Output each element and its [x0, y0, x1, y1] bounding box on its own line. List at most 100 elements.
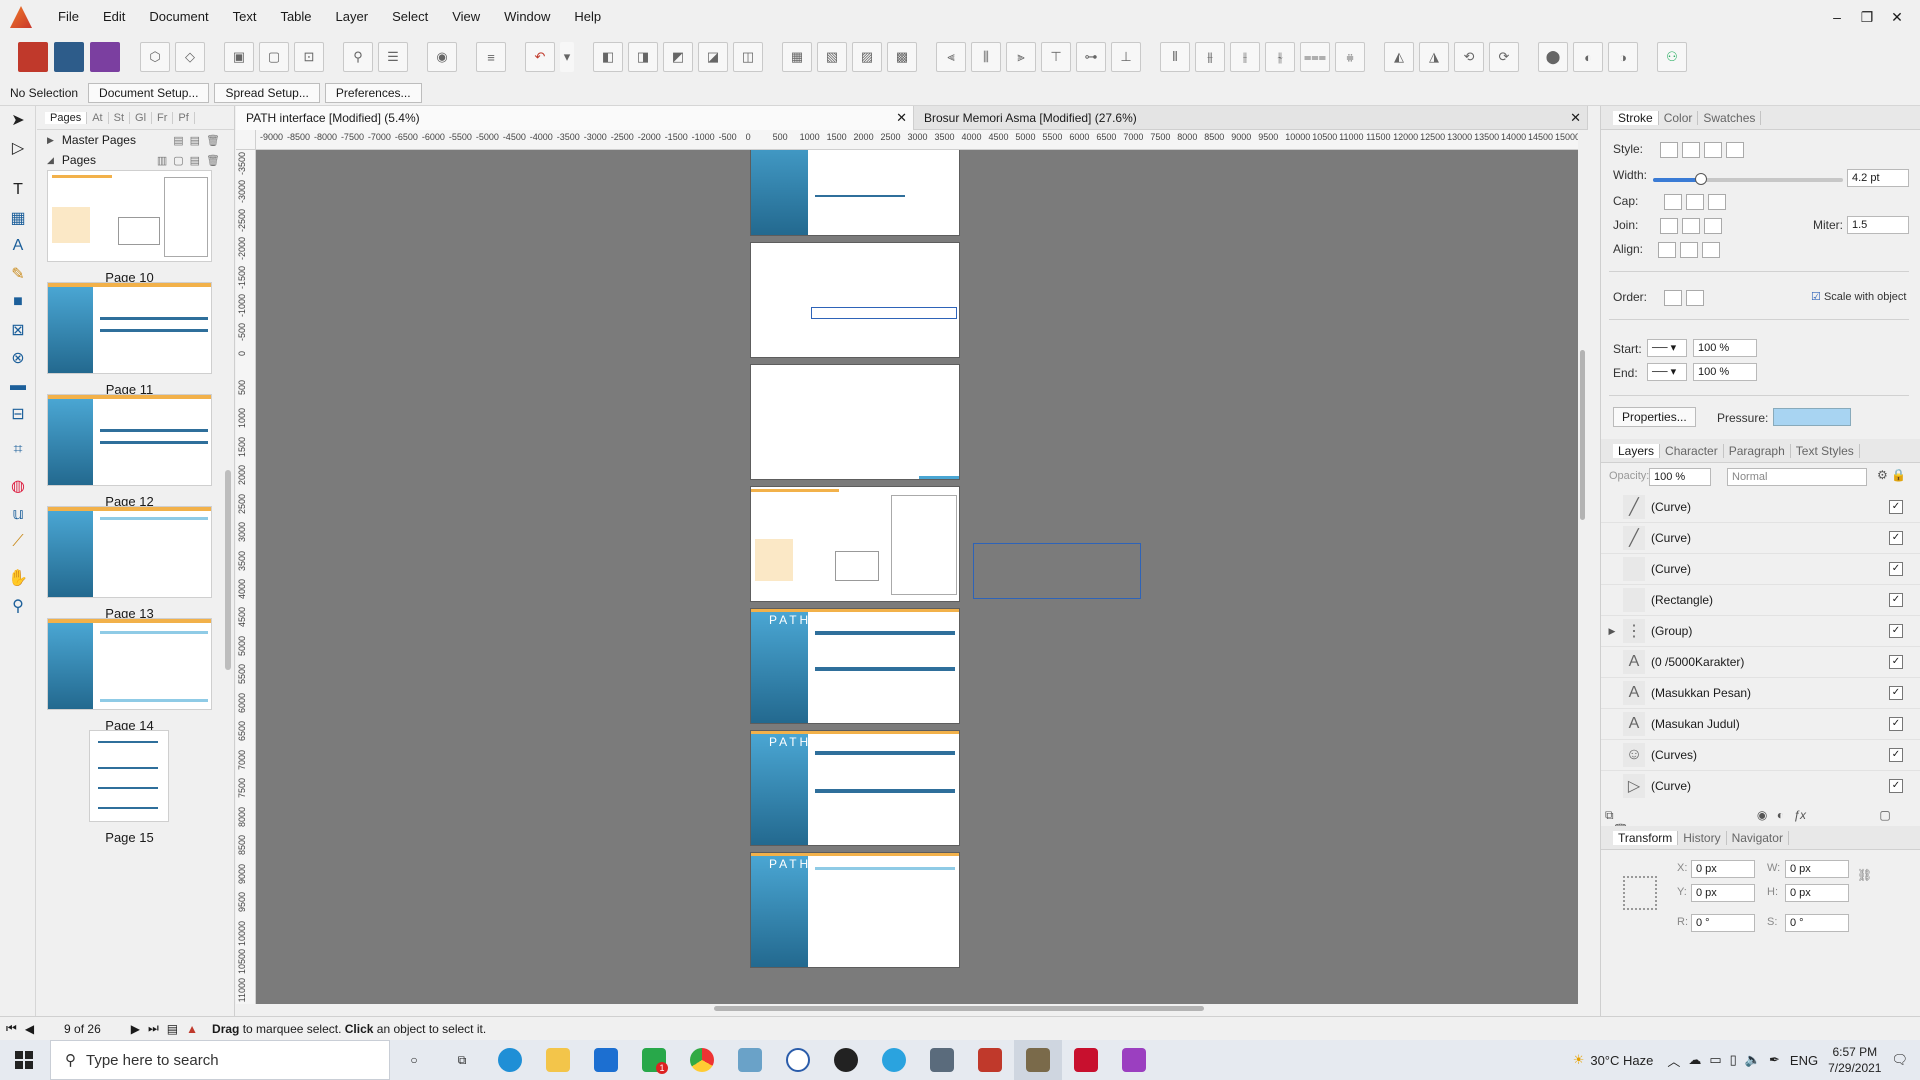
minimize-button[interactable]: –: [1822, 0, 1852, 34]
page-view-icon[interactable]: ▤: [167, 1022, 178, 1036]
x-field[interactable]: 0 px: [1691, 860, 1755, 878]
layer-visibility-checkbox[interactable]: ✓: [1889, 655, 1903, 669]
tab-assets[interactable]: At: [87, 111, 109, 124]
spread-page[interactable]: [750, 364, 960, 480]
tab-paragraph[interactable]: Paragraph: [1724, 443, 1791, 458]
align-inside-icon[interactable]: [1658, 242, 1677, 258]
vector-crop-tool-icon[interactable]: ⊟: [0, 400, 36, 428]
pressure-curve[interactable]: [1773, 408, 1851, 426]
distribute-bottom-icon[interactable]: ⩷: [1335, 42, 1365, 72]
fill-tool-icon[interactable]: ◍: [0, 472, 36, 500]
preferences-button[interactable]: Preferences...: [324, 82, 422, 103]
flip-vertical-icon[interactable]: ◮: [1419, 42, 1449, 72]
rotate-left-icon[interactable]: ⟲: [1454, 42, 1484, 72]
mask-icon[interactable]: ◉: [1757, 808, 1767, 822]
pin-icon[interactable]: ⚲: [343, 42, 373, 72]
butt-cap-icon[interactable]: [1663, 194, 1682, 210]
vertical-ruler[interactable]: -3500 -3000 -2500 -2000 -1500 -1000 -500 0 500 10…: [236, 150, 256, 1004]
miter-field[interactable]: 1.5: [1847, 216, 1909, 234]
square-cap-icon[interactable]: [1707, 194, 1726, 210]
taskbar-clock[interactable]: 6:57 PM 7/29/2021: [1828, 1044, 1881, 1076]
windows-start-icon[interactable]: [0, 1040, 48, 1080]
distribute-right-icon[interactable]: ⫲: [1230, 42, 1260, 72]
spread-page[interactable]: PATH: [750, 852, 960, 968]
layer-visibility-checkbox[interactable]: ✓: [1889, 779, 1903, 793]
round-cap-icon[interactable]: [1685, 194, 1704, 210]
distribute-left-icon[interactable]: ⫴: [1160, 42, 1190, 72]
designer-persona-icon[interactable]: [54, 42, 84, 72]
page-item-12[interactable]: Page 12: [47, 394, 212, 509]
width-field[interactable]: 4.2 pt: [1847, 169, 1909, 187]
prev-page-icon[interactable]: ◀: [25, 1022, 34, 1036]
bevel-join-icon[interactable]: [1703, 218, 1722, 234]
tab-preflight[interactable]: Pf: [173, 111, 195, 124]
preview-mode-icon[interactable]: ▣: [224, 42, 254, 72]
pages-section[interactable]: ◢ Pages ▥▢▤🗑: [37, 150, 234, 170]
align-bottom-icon[interactable]: ⊥: [1111, 42, 1141, 72]
hand-tool-icon[interactable]: ✋: [0, 564, 36, 592]
start-arrowhead-select[interactable]: ── ▾: [1647, 339, 1687, 357]
solid-stroke-icon[interactable]: [1682, 142, 1701, 158]
app-notification-icon[interactable]: 1: [630, 1040, 678, 1080]
arrange-forward-icon[interactable]: ◩: [663, 42, 693, 72]
tab-pages[interactable]: Pages: [45, 111, 88, 124]
tab-history[interactable]: History: [1678, 830, 1727, 845]
crop-tool-icon[interactable]: ⌗: [0, 436, 36, 464]
scale-with-object-checkbox[interactable]: ☑ Scale with object: [1811, 290, 1906, 303]
menu-window[interactable]: Window: [492, 0, 562, 34]
close-tab-icon[interactable]: ✕: [896, 106, 907, 130]
tray-chevron-icon[interactable]: ︿: [1667, 1051, 1680, 1070]
assets-icon[interactable]: ⬡: [140, 42, 170, 72]
page-item-10[interactable]: Page 10: [47, 170, 212, 285]
last-page-icon[interactable]: ⏭: [148, 1021, 159, 1036]
weather-icon[interactable]: ☀: [1573, 1052, 1585, 1068]
no-stroke-icon[interactable]: [1660, 142, 1679, 158]
layer-visibility-checkbox[interactable]: ✓: [1889, 748, 1903, 762]
layer-row[interactable]: ▶ ⋮ (Group) ✓: [1601, 616, 1920, 647]
chrome-icon[interactable]: [678, 1040, 726, 1080]
fx-icon[interactable]: ƒx: [1793, 808, 1806, 822]
github-icon[interactable]: [822, 1040, 870, 1080]
align-middle-icon[interactable]: ⊶: [1076, 42, 1106, 72]
tab-styles[interactable]: St: [109, 111, 131, 124]
edge-icon[interactable]: [486, 1040, 534, 1080]
move-tool-icon[interactable]: ➤: [0, 106, 36, 134]
menu-document[interactable]: Document: [137, 0, 220, 34]
rectangle-tool-icon[interactable]: ■: [0, 288, 36, 316]
layer-row[interactable]: ☺ (Curves) ✓: [1601, 740, 1920, 771]
layer-visibility-checkbox[interactable]: ✓: [1889, 686, 1903, 700]
layer-visibility-checkbox[interactable]: ✓: [1889, 562, 1903, 576]
menu-edit[interactable]: Edit: [91, 0, 137, 34]
height-transform-field[interactable]: 0 px: [1785, 884, 1849, 902]
affinity-publisher-taskbar-icon[interactable]: [1014, 1040, 1062, 1080]
pages-scrollbar[interactable]: [224, 170, 232, 990]
zoom-tool-icon[interactable]: ⚲: [0, 592, 36, 620]
page-item-14[interactable]: Page 14: [47, 618, 212, 733]
canvas-horizontal-scrollbar[interactable]: [256, 1004, 1578, 1014]
boolean-subtract-icon[interactable]: ▧: [817, 42, 847, 72]
layer-visibility-checkbox[interactable]: ✓: [1889, 593, 1903, 607]
studio-link-icon[interactable]: ◐: [1573, 42, 1603, 72]
node-tool-icon[interactable]: ▷: [0, 134, 36, 162]
end-arrowhead-select[interactable]: ── ▾: [1647, 363, 1687, 381]
close-tab-icon[interactable]: ✕: [1570, 106, 1581, 130]
pen-icon[interactable]: ✒: [1769, 1052, 1780, 1068]
mail-icon[interactable]: [582, 1040, 630, 1080]
arrange-backward-icon[interactable]: ◨: [628, 42, 658, 72]
table-tool-icon[interactable]: ▦: [0, 204, 36, 232]
new-layer-icon[interactable]: ▢: [1879, 808, 1890, 822]
align-top-icon[interactable]: ⊤: [1041, 42, 1071, 72]
snapping-icon[interactable]: ↶: [525, 42, 555, 72]
layer-expand-icon[interactable]: ▶: [1601, 626, 1623, 637]
layer-row[interactable]: A (Masukan Judul) ✓: [1601, 709, 1920, 740]
tab-text-styles[interactable]: Text Styles: [1791, 443, 1860, 458]
spread-setup-button[interactable]: Spread Setup...: [214, 82, 320, 103]
page-actions[interactable]: ▥▢▤🗑: [157, 154, 226, 167]
tab-transform[interactable]: Transform: [1613, 830, 1679, 845]
collapse-icon[interactable]: ◢: [47, 155, 54, 166]
round-join-icon[interactable]: [1681, 218, 1700, 234]
expand-icon[interactable]: ▶: [47, 135, 54, 146]
picture-frame-tool-icon[interactable]: ⊠: [0, 316, 36, 344]
onedrive-icon[interactable]: ☁: [1688, 1052, 1701, 1068]
photo-persona-icon[interactable]: [90, 42, 120, 72]
